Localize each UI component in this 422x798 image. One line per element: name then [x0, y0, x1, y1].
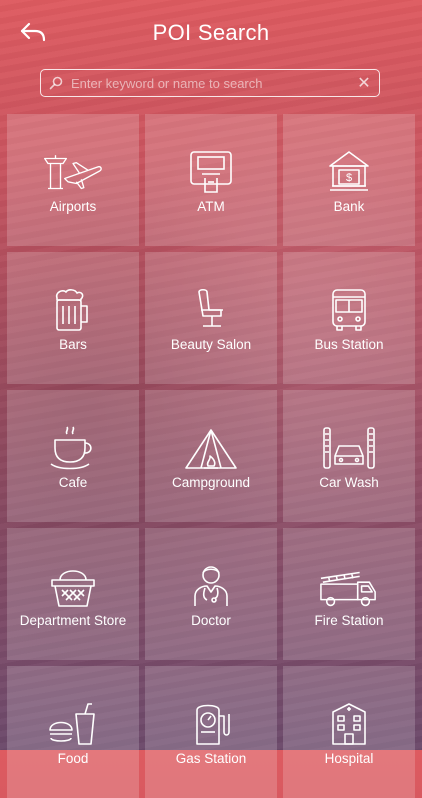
- category-tile-beauty-salon[interactable]: Beauty Salon: [145, 252, 277, 384]
- salon-chair-icon: [181, 284, 241, 332]
- page-title: POI Search: [152, 20, 270, 45]
- category-tile-bus-station[interactable]: Bus Station: [283, 252, 415, 384]
- food-icon: [43, 698, 103, 746]
- category-label: Campground: [171, 475, 251, 490]
- bus-icon: [319, 284, 379, 332]
- category-tile-atm[interactable]: ATM: [145, 114, 277, 246]
- category-tile-hospital[interactable]: Hospital: [283, 666, 415, 798]
- search-bar[interactable]: ✕: [40, 69, 380, 97]
- coffee-cup-icon: [43, 422, 103, 470]
- atm-icon: [181, 146, 241, 194]
- category-label: Fire Station: [314, 613, 384, 628]
- category-tile-airports[interactable]: Airports: [7, 114, 139, 246]
- header: POI Search: [0, 0, 422, 66]
- car-wash-icon: [319, 422, 379, 470]
- gas-pump-icon: [181, 698, 241, 746]
- category-label: Department Store: [19, 613, 127, 628]
- category-tile-department-store[interactable]: Department Store: [7, 528, 139, 660]
- category-grid: Airports ATM $ Bank Bars Beauty Salon Bu…: [7, 114, 415, 798]
- search-input[interactable]: [71, 70, 349, 96]
- category-tile-food[interactable]: Food: [7, 666, 139, 798]
- category-label: Gas Station: [175, 751, 247, 766]
- doctor-icon: [181, 560, 241, 608]
- category-tile-cafe[interactable]: Cafe: [7, 390, 139, 522]
- category-tile-campground[interactable]: Campground: [145, 390, 277, 522]
- category-tile-doctor[interactable]: Doctor: [145, 528, 277, 660]
- hospital-icon: [319, 698, 379, 746]
- category-label: Bars: [59, 337, 87, 352]
- clear-search-icon[interactable]: ✕: [349, 73, 379, 93]
- fire-truck-icon: [319, 560, 379, 608]
- category-label: ATM: [197, 199, 225, 214]
- category-label: Hospital: [324, 751, 374, 766]
- category-tile-fire-station[interactable]: Fire Station: [283, 528, 415, 660]
- category-label: Food: [57, 751, 89, 766]
- category-label: Car Wash: [319, 475, 379, 490]
- category-label: Doctor: [191, 613, 231, 628]
- category-label: Cafe: [58, 475, 88, 490]
- svg-text:$: $: [346, 172, 352, 184]
- shopping-basket-icon: [43, 560, 103, 608]
- category-label: Beauty Salon: [170, 337, 252, 352]
- bank-icon: $: [319, 146, 379, 194]
- category-label: Airports: [49, 199, 97, 214]
- category-label: Bus Station: [314, 337, 384, 352]
- category-tile-car-wash[interactable]: Car Wash: [283, 390, 415, 522]
- tent-icon: [181, 422, 241, 470]
- category-label: Bank: [333, 199, 365, 214]
- category-tile-bars[interactable]: Bars: [7, 252, 139, 384]
- beer-mug-icon: [43, 284, 103, 332]
- airport-icon: [43, 146, 103, 194]
- category-tile-gas-station[interactable]: Gas Station: [145, 666, 277, 798]
- search-icon: [41, 76, 71, 90]
- category-tile-bank[interactable]: $ Bank: [283, 114, 415, 246]
